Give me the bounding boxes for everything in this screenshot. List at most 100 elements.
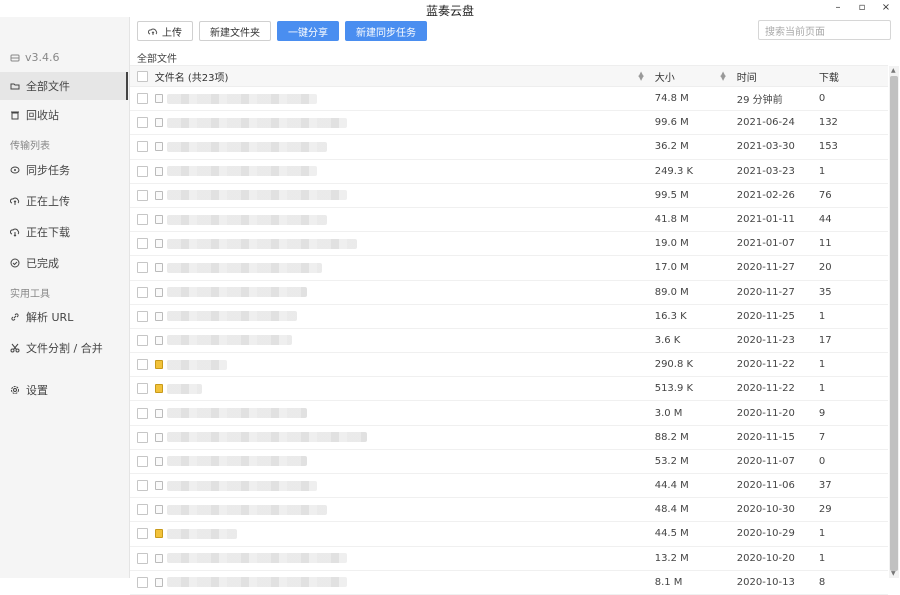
file-icon [154, 239, 163, 249]
file-name-redacted[interactable] [166, 456, 307, 467]
file-name-redacted[interactable] [166, 528, 237, 539]
table-row[interactable]: 3.0 M 2020-11-20 9 [130, 401, 888, 426]
file-name-redacted[interactable] [166, 141, 327, 152]
file-name-redacted[interactable] [166, 577, 347, 588]
row-checkbox[interactable] [136, 93, 148, 105]
sidebar-item-settings[interactable]: 设置 [0, 376, 128, 404]
scroll-up-icon[interactable]: ▲ [891, 67, 896, 74]
new-sync-task-button[interactable]: 新建同步任务 [345, 21, 427, 41]
file-name-redacted[interactable] [166, 190, 347, 201]
table-row[interactable]: 41.8 M 2021-01-11 44 [130, 208, 888, 233]
file-name-redacted[interactable] [166, 504, 327, 515]
file-name-redacted[interactable] [166, 408, 307, 419]
row-checkbox[interactable] [136, 141, 148, 153]
close-button[interactable]: × [880, 2, 892, 14]
row-checkbox[interactable] [136, 334, 148, 346]
file-name-redacted[interactable] [166, 335, 292, 346]
row-checkbox[interactable] [136, 383, 148, 395]
sidebar-item-sync-tasks[interactable]: 同步任务 [0, 156, 128, 184]
file-name-redacted[interactable] [166, 93, 317, 104]
table-row[interactable]: 8.1 M 2020-10-13 8 [130, 571, 888, 595]
file-name-redacted[interactable] [166, 553, 347, 564]
archive-file-icon [154, 360, 163, 370]
table-row[interactable]: 36.2 M 2021-03-30 153 [130, 135, 888, 160]
sidebar-item-recycle-bin[interactable]: 回收站 [0, 101, 128, 129]
row-checkbox[interactable] [136, 117, 148, 129]
window-title: 蓝奏云盘 [425, 4, 474, 18]
scrollbar-thumb[interactable] [890, 76, 898, 571]
table-row[interactable]: 74.8 M 29 分钟前 0 [130, 87, 888, 112]
table-row[interactable]: 13.2 M 2020-10-20 1 [130, 547, 888, 571]
file-name-redacted[interactable] [166, 311, 297, 322]
header-size[interactable]: 大小 ▲ ▼ [650, 69, 732, 84]
sidebar-item-split-merge[interactable]: 文件分割 / 合并 [0, 334, 128, 362]
file-name-redacted[interactable] [166, 383, 202, 394]
file-name-redacted[interactable] [166, 262, 322, 273]
row-checkbox[interactable] [136, 165, 148, 177]
table-row[interactable]: 99.5 M 2021-02-26 76 [130, 184, 888, 208]
search-input[interactable]: 搜索当前页面 [758, 20, 891, 40]
row-checkbox[interactable] [136, 286, 148, 298]
file-name-redacted[interactable] [166, 214, 327, 225]
file-name-redacted[interactable] [166, 432, 367, 443]
row-checkbox[interactable] [136, 359, 148, 371]
table-row[interactable]: 44.4 M 2020-11-06 37 [130, 474, 888, 499]
table-row[interactable]: 88.2 M 2020-11-15 7 [130, 426, 888, 450]
table-row[interactable]: 513.9 K 2020-11-22 1 [130, 377, 888, 402]
file-downloads: 7 [818, 431, 826, 443]
minimize-button[interactable]: – [832, 2, 844, 14]
row-checkbox[interactable] [136, 310, 148, 322]
row-checkbox[interactable] [136, 455, 148, 467]
row-checkbox[interactable] [136, 528, 148, 540]
row-checkbox[interactable] [136, 238, 148, 250]
file-icon [154, 553, 163, 563]
table-row[interactable]: 89.0 M 2020-11-27 35 [130, 281, 888, 305]
sidebar-item-all-files[interactable]: 全部文件 [0, 72, 128, 100]
scroll-down-icon[interactable]: ▼ [891, 570, 896, 577]
table-row[interactable]: 19.0 M 2021-01-07 11 [130, 232, 888, 257]
sidebar-item-uploading[interactable]: 正在上传 [0, 187, 128, 215]
file-size: 89.0 M [654, 286, 689, 298]
row-checkbox[interactable] [136, 552, 148, 564]
sidebar-item-parse-url[interactable]: 解析 URL [0, 303, 128, 331]
breadcrumb: 全部文件 [137, 54, 177, 65]
file-name-redacted[interactable] [166, 287, 307, 298]
new-folder-button[interactable]: 新建文件夹 [199, 21, 271, 41]
row-checkbox[interactable] [136, 407, 148, 419]
version-label: v3.4.6 [10, 51, 60, 64]
one-click-share-button[interactable]: 一键分享 [277, 21, 339, 41]
row-checkbox[interactable] [136, 189, 148, 201]
upload-button[interactable]: 上传 [137, 21, 193, 41]
sidebar-item-downloading[interactable]: 正在下载 [0, 218, 128, 246]
sidebar-item-label: 回收站 [26, 109, 59, 122]
table-row[interactable]: 99.6 M 2021-06-24 132 [130, 111, 888, 136]
header-downloads[interactable]: 下载 [814, 69, 888, 84]
file-name-redacted[interactable] [166, 117, 347, 128]
header-name[interactable]: 文件名 (共23项) ▲ ▼ [155, 69, 650, 84]
scrollbar[interactable]: ▲ ▼ [889, 66, 899, 578]
table-row[interactable]: 53.2 M 2020-11-07 0 [130, 450, 888, 474]
file-name-redacted[interactable] [166, 480, 317, 491]
table-row[interactable]: 16.3 K 2020-11-25 1 [130, 305, 888, 329]
row-checkbox[interactable] [136, 431, 148, 443]
file-name-redacted[interactable] [166, 238, 357, 249]
row-checkbox[interactable] [136, 214, 148, 226]
row-checkbox[interactable] [136, 504, 148, 516]
file-time: 2020-11-20 [736, 407, 795, 419]
table-row[interactable]: 17.0 M 2020-11-27 20 [130, 256, 888, 281]
row-checkbox[interactable] [136, 576, 148, 588]
select-all-checkbox[interactable] [136, 70, 148, 82]
table-row[interactable]: 44.5 M 2020-10-29 1 [130, 522, 888, 547]
header-name-label: 文件名 (共23项) [154, 72, 229, 84]
maximize-button[interactable]: ▫ [856, 2, 868, 14]
table-row[interactable]: 249.3 K 2021-03-23 1 [130, 160, 888, 184]
table-row[interactable]: 3.6 K 2020-11-23 17 [130, 329, 888, 354]
table-row[interactable]: 290.8 K 2020-11-22 1 [130, 353, 888, 378]
table-row[interactable]: 48.4 M 2020-10-30 29 [130, 498, 888, 523]
file-name-redacted[interactable] [166, 359, 227, 370]
row-checkbox[interactable] [136, 262, 148, 274]
sidebar-item-completed[interactable]: 已完成 [0, 249, 128, 277]
header-time[interactable]: 时间 [732, 69, 814, 84]
file-name-redacted[interactable] [166, 166, 317, 177]
row-checkbox[interactable] [136, 480, 148, 492]
